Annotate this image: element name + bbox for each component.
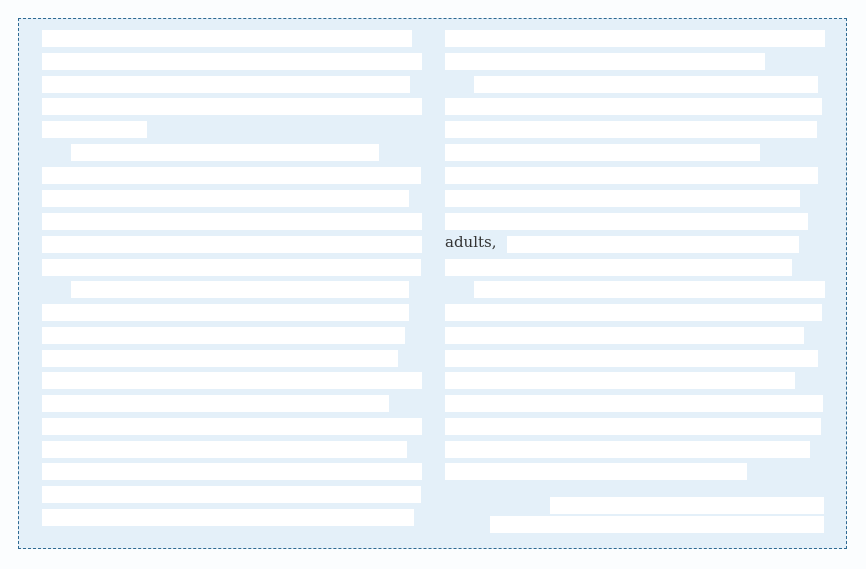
document-page: adults, (0, 0, 866, 569)
redacted-line (42, 304, 409, 321)
redacted-line (445, 395, 823, 412)
redacted-line (42, 121, 147, 138)
redacted-line (42, 30, 412, 47)
redacted-line (42, 395, 389, 412)
redacted-line (445, 418, 821, 435)
redacted-line (445, 167, 818, 184)
redacted-line (42, 53, 422, 70)
redacted-line (445, 213, 808, 230)
redacted-line (550, 497, 824, 514)
redacted-line (507, 236, 799, 253)
redacted-line (42, 509, 414, 526)
redacted-line (42, 418, 422, 435)
redacted-line (42, 350, 398, 367)
redacted-line (42, 463, 422, 480)
redacted-line (71, 281, 409, 298)
redacted-line (445, 53, 765, 70)
redacted-line (42, 76, 410, 93)
redacted-line (42, 190, 409, 207)
redacted-line (445, 144, 760, 161)
redacted-line (490, 516, 824, 533)
redacted-line (474, 281, 825, 298)
redacted-line (71, 144, 379, 161)
redacted-line (445, 350, 818, 367)
redacted-line (445, 190, 800, 207)
redacted-line (42, 486, 421, 503)
redacted-line (42, 259, 421, 276)
redacted-line (445, 372, 795, 389)
visible-text: adults, (445, 233, 497, 251)
redacted-line (445, 441, 810, 458)
redacted-line (42, 98, 422, 115)
redacted-line (42, 213, 422, 230)
redacted-line (445, 327, 804, 344)
redacted-line (445, 121, 817, 138)
redacted-line (42, 167, 421, 184)
redacted-line (42, 327, 405, 344)
redacted-line (42, 236, 422, 253)
redacted-line (42, 441, 407, 458)
redacted-line (445, 259, 792, 276)
redacted-line (445, 463, 747, 480)
redacted-line (474, 76, 818, 93)
redacted-line (445, 304, 822, 321)
redacted-line (445, 98, 822, 115)
redacted-line (42, 372, 422, 389)
redacted-line (445, 30, 825, 47)
